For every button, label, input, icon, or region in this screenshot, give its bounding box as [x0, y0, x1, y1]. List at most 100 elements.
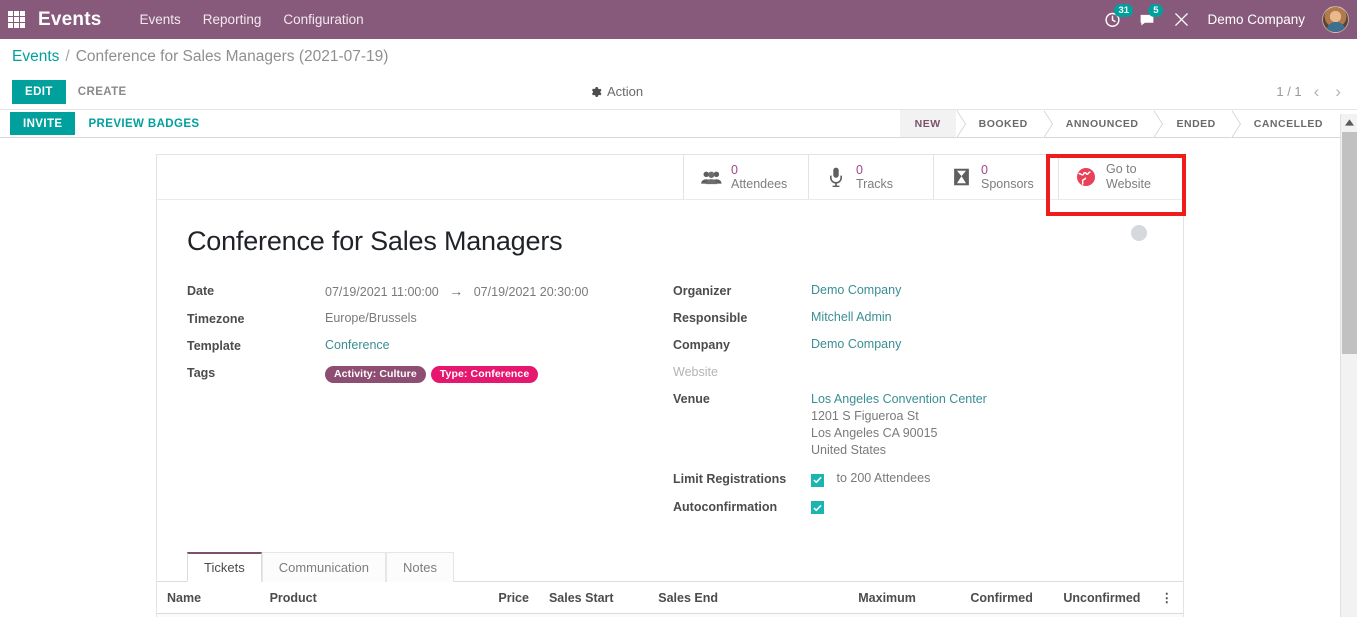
scrollbar-thumb[interactable] — [1342, 132, 1357, 354]
page-title: Conference for Sales Managers — [187, 226, 563, 256]
user-avatar[interactable] — [1322, 6, 1349, 33]
tag-activity-culture[interactable]: Activity: Culture — [325, 366, 426, 383]
field-organizer-label: Organizer — [673, 284, 732, 298]
column-header-sales-start[interactable]: Sales Start — [538, 582, 649, 614]
field-responsible-value[interactable]: Mitchell Admin — [811, 310, 892, 324]
breadcrumb: Events / Conference for Sales Managers (… — [0, 39, 1357, 74]
tab-tickets[interactable]: Tickets — [187, 552, 262, 582]
debug-tools-menu[interactable] — [1173, 11, 1190, 28]
field-organizer-value[interactable]: Demo Company — [811, 283, 901, 297]
field-venue: Venue Los Angeles Convention Center 1201… — [673, 391, 1143, 459]
apps-grid-icon[interactable] — [8, 11, 28, 28]
stat-tracks-text: 0 Tracks — [856, 163, 893, 191]
invite-button[interactable]: INVITE — [10, 112, 76, 135]
column-header-name[interactable]: Name — [157, 582, 260, 614]
column-header-unconfirmed[interactable]: Unconfirmed — [1042, 582, 1151, 614]
stage-ended[interactable]: ENDED — [1153, 110, 1233, 138]
field-date-value[interactable]: 07/19/2021 11:00:00 → 07/19/2021 20:30:0… — [325, 283, 588, 299]
stat-tracks-value: 0 — [856, 163, 863, 177]
form-column-left: Date 07/19/2021 11:00:00 → 07/19/2021 20… — [187, 283, 673, 526]
field-website: Website — [673, 364, 1143, 379]
column-header-product[interactable]: Product — [259, 582, 437, 614]
form-body: Conference for Sales Managers Date 07/19… — [157, 200, 1183, 526]
company-switcher[interactable]: Demo Company — [1207, 12, 1305, 27]
stage-booked[interactable]: BOOKED — [955, 110, 1045, 138]
microphone-icon — [825, 167, 847, 187]
column-header-price[interactable]: Price — [436, 582, 539, 614]
field-responsible: Responsible Mitchell Admin — [673, 310, 1143, 325]
record-pager: 1 / 1 ‹ › — [1276, 83, 1345, 100]
field-timezone-value[interactable]: Europe/Brussels — [325, 311, 417, 325]
field-template-value[interactable]: Conference — [325, 338, 390, 352]
menu-item-configuration[interactable]: Configuration — [283, 12, 363, 27]
stat-tracks-label: Tracks — [856, 177, 894, 191]
field-template-label: Template — [187, 339, 241, 353]
autoconfirmation-checkbox[interactable] — [811, 501, 824, 514]
column-header-maximum[interactable]: Maximum — [813, 582, 926, 614]
column-header-confirmed[interactable]: Confirmed — [925, 582, 1043, 614]
messages-menu[interactable]: 5 — [1138, 4, 1164, 28]
field-autoconfirmation-label: Autoconfirmation — [673, 499, 778, 514]
cell-product: Event Registration — [259, 613, 437, 617]
field-limit-registrations-label: Limit Registrations — [673, 472, 787, 486]
award-badge-icon — [950, 168, 972, 186]
column-header-sales-end[interactable]: Sales End — [648, 582, 814, 614]
vertical-scrollbar[interactable] — [1340, 114, 1357, 617]
notebook: Tickets Communication Notes Name Product… — [157, 552, 1183, 617]
venue-street: 1201 S Figueroa St — [811, 409, 919, 423]
people-icon — [700, 170, 722, 185]
scroll-up-arrow-icon[interactable] — [1341, 114, 1357, 131]
venue-country: United States — [811, 443, 887, 457]
pager-previous-icon[interactable]: ‹ — [1310, 83, 1324, 100]
field-date-label: Date — [187, 284, 215, 298]
top-navbar: Events Events Reporting Configuration 31… — [0, 0, 1357, 39]
field-tags: Tags Activity: Culture Type: Conference — [187, 365, 673, 383]
cell-maximum: 50 — [813, 613, 926, 617]
tag-type-conference[interactable]: Type: Conference — [430, 366, 539, 383]
tab-notes[interactable]: Notes — [386, 552, 454, 582]
cell-unconfirmed: 0 — [1042, 613, 1151, 617]
cell-price: 1,000.00 — [436, 613, 539, 617]
date-range-arrow-icon: → — [449, 283, 464, 299]
go-to-website-button[interactable]: Go to Website — [1058, 155, 1183, 199]
stat-button-attendees[interactable]: 0 Attendees — [683, 155, 808, 199]
field-limit-registrations: Limit Registrations to 200 Attendees — [673, 471, 1143, 487]
go-to-website-line2: Website — [1106, 177, 1151, 191]
activities-menu[interactable]: 31 — [1104, 4, 1134, 28]
tab-communication[interactable]: Communication — [261, 552, 387, 582]
stat-sponsors-text: 0 Sponsors — [981, 163, 1034, 191]
field-template: Template Conference — [187, 338, 673, 353]
field-timezone: Timezone Europe/Brussels — [187, 311, 673, 326]
messages-count-badge: 5 — [1148, 4, 1164, 17]
menu-item-events[interactable]: Events — [140, 12, 181, 27]
menu-item-reporting[interactable]: Reporting — [203, 12, 262, 27]
stat-button-bar: 0 Attendees 0 Tracks 0 Sponsors Go to We… — [157, 154, 1186, 216]
tickets-table-body: Standard Event Registration 1,000.00 10/… — [157, 613, 1183, 617]
venue-name[interactable]: Los Angeles Convention Center — [811, 391, 987, 408]
stage-new[interactable]: NEW — [899, 110, 958, 137]
navbar-right-group: 31 5 Demo Company — [1104, 0, 1349, 39]
tickets-table-header-row: Name Product Price Sales Start Sales End… — [157, 582, 1183, 614]
field-venue-value: Los Angeles Convention Center 1201 S Fig… — [811, 391, 987, 459]
stat-sponsors-value: 0 — [981, 163, 988, 177]
edit-button[interactable]: EDIT — [12, 79, 66, 104]
column-options-icon[interactable]: ⋮ — [1150, 582, 1183, 614]
cell-sales-start — [538, 613, 649, 617]
field-tags-label: Tags — [187, 366, 216, 380]
stat-button-tracks[interactable]: 0 Tracks — [808, 155, 933, 199]
table-row[interactable]: Standard Event Registration 1,000.00 10/… — [157, 613, 1183, 617]
action-menu[interactable]: Action — [590, 84, 643, 99]
pager-next-icon[interactable]: › — [1331, 83, 1345, 100]
cell-sales-end: 10/12/2021 — [648, 613, 814, 617]
preview-badges-button[interactable]: PREVIEW BADGES — [75, 110, 212, 137]
limit-registrations-checkbox[interactable] — [811, 473, 824, 487]
field-website-label: Website — [673, 365, 718, 379]
breadcrumb-root-events[interactable]: Events — [12, 48, 59, 66]
stage-cancelled[interactable]: CANCELLED — [1230, 110, 1340, 138]
stage-announced[interactable]: ANNOUNCED — [1042, 110, 1156, 138]
stat-button-sponsors[interactable]: 0 Sponsors — [933, 155, 1058, 199]
create-button[interactable]: CREATE — [66, 80, 139, 104]
field-company-value[interactable]: Demo Company — [811, 337, 901, 351]
field-organizer: Organizer Demo Company — [673, 283, 1143, 298]
notebook-tabs: Tickets Communication Notes — [157, 552, 1183, 582]
